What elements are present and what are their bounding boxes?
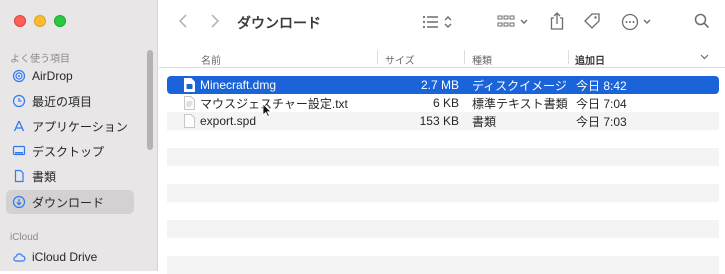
- sidebar-item-applications[interactable]: アプリケーション: [6, 114, 134, 138]
- back-button[interactable]: [175, 12, 191, 30]
- file-size: 6 KB: [432, 96, 459, 110]
- generic-file-icon: [184, 114, 195, 128]
- mouse-pointer-icon: [262, 103, 272, 117]
- sidebar-item-label: ダウンロード: [32, 195, 105, 210]
- applications-icon: [12, 119, 26, 133]
- list-view-icon: [422, 15, 452, 29]
- forward-button[interactable]: [207, 12, 223, 30]
- file-row[interactable]: マウスジェスチャー設定.txt 6 KB 標準テキスト書類 今日 7:04: [167, 94, 719, 112]
- text-file-icon: [184, 96, 195, 110]
- column-divider[interactable]: [377, 50, 378, 64]
- column-date-added[interactable]: 追加日: [575, 52, 605, 67]
- file-row[interactable]: Minecraft.dmg 2.7 MB ディスクイメージ 今日 8:42: [167, 76, 719, 94]
- file-name: Minecraft.dmg: [200, 78, 277, 92]
- column-divider[interactable]: [568, 50, 569, 64]
- sidebar-item-icloud-drive[interactable]: iCloud Drive: [6, 245, 134, 269]
- column-divider[interactable]: [464, 50, 465, 64]
- sidebar-item-airdrop[interactable]: AirDrop: [6, 64, 134, 88]
- empty-row: [167, 184, 719, 202]
- chevron-right-icon: [211, 14, 220, 28]
- sidebar: よく使う項目 AirDrop 最近の項目 アプリケーション デスクトップ 書類 …: [0, 0, 158, 271]
- empty-row: [167, 166, 719, 184]
- close-button[interactable]: [14, 15, 26, 27]
- column-header: 名前 サイズ 種類 追加日: [159, 46, 725, 68]
- zoom-button[interactable]: [54, 15, 66, 27]
- chevron-left-icon: [178, 14, 187, 28]
- file-date: 今日 8:42: [576, 78, 627, 93]
- sort-chevron-icon: [700, 52, 709, 63]
- file-name: マウスジェスチャー設定.txt: [200, 96, 348, 111]
- search-icon: [694, 13, 710, 29]
- group-button[interactable]: [497, 12, 533, 32]
- view-options-button[interactable]: [421, 12, 457, 32]
- file-name: export.spd: [200, 114, 257, 128]
- ellipsis-circle-icon: [621, 13, 651, 31]
- dmg-file-icon: [184, 78, 195, 92]
- file-row[interactable]: export.spd 153 KB 書類 今日 7:03: [167, 112, 719, 130]
- sidebar-item-label: デスクトップ: [32, 144, 105, 159]
- airdrop-icon: [12, 69, 26, 83]
- file-date: 今日 7:03: [576, 114, 627, 129]
- sidebar-item-label: 最近の項目: [32, 94, 93, 109]
- download-icon: [12, 195, 26, 209]
- window-controls: [14, 15, 66, 27]
- file-kind: 標準テキスト書類: [472, 96, 568, 111]
- clock-icon: [12, 94, 26, 108]
- action-menu-button[interactable]: [621, 12, 655, 32]
- sidebar-scrollbar[interactable]: [147, 50, 153, 150]
- sidebar-item-label: 書類: [32, 169, 57, 184]
- search-button[interactable]: [693, 12, 711, 30]
- file-kind: 書類: [472, 114, 497, 129]
- sidebar-item-label: アプリケーション: [32, 119, 128, 134]
- empty-row: [167, 220, 719, 238]
- tag-icon: [584, 13, 600, 29]
- sidebar-item-desktop[interactable]: デスクトップ: [6, 139, 134, 163]
- sidebar-item-recents[interactable]: 最近の項目: [6, 89, 134, 113]
- share-icon: [550, 12, 564, 30]
- file-date: 今日 7:04: [576, 96, 627, 111]
- sidebar-section-icloud: iCloud: [10, 232, 39, 243]
- empty-row: [167, 238, 719, 256]
- empty-row: [167, 256, 719, 274]
- sidebar-section-favorites: よく使う項目: [10, 54, 70, 65]
- share-button[interactable]: [547, 10, 567, 32]
- desktop-icon: [12, 144, 26, 158]
- finder-window: よく使う項目 AirDrop 最近の項目 アプリケーション デスクトップ 書類 …: [0, 0, 725, 274]
- sidebar-item-label: AirDrop: [32, 69, 73, 83]
- file-list: Minecraft.dmg 2.7 MB ディスクイメージ 今日 8:42 マウ…: [167, 76, 719, 274]
- grid-group-icon: [497, 15, 528, 27]
- minimize-button[interactable]: [34, 15, 46, 27]
- document-icon: [12, 169, 26, 183]
- sidebar-item-downloads[interactable]: ダウンロード: [6, 190, 134, 214]
- sidebar-item-label: iCloud Drive: [32, 250, 98, 264]
- cloud-icon: [12, 250, 26, 264]
- column-size[interactable]: サイズ: [385, 52, 415, 67]
- column-kind[interactable]: 種類: [472, 52, 492, 67]
- sidebar-item-documents[interactable]: 書類: [6, 164, 134, 188]
- column-name[interactable]: 名前: [201, 52, 221, 67]
- empty-row: [167, 202, 719, 220]
- file-kind: ディスクイメージ: [472, 78, 567, 93]
- window-title: ダウンロード: [237, 15, 321, 31]
- tag-button[interactable]: [582, 11, 602, 31]
- file-size: 2.7 MB: [420, 78, 459, 92]
- empty-row: [167, 148, 719, 166]
- empty-row: [167, 130, 719, 148]
- file-size: 153 KB: [419, 114, 459, 128]
